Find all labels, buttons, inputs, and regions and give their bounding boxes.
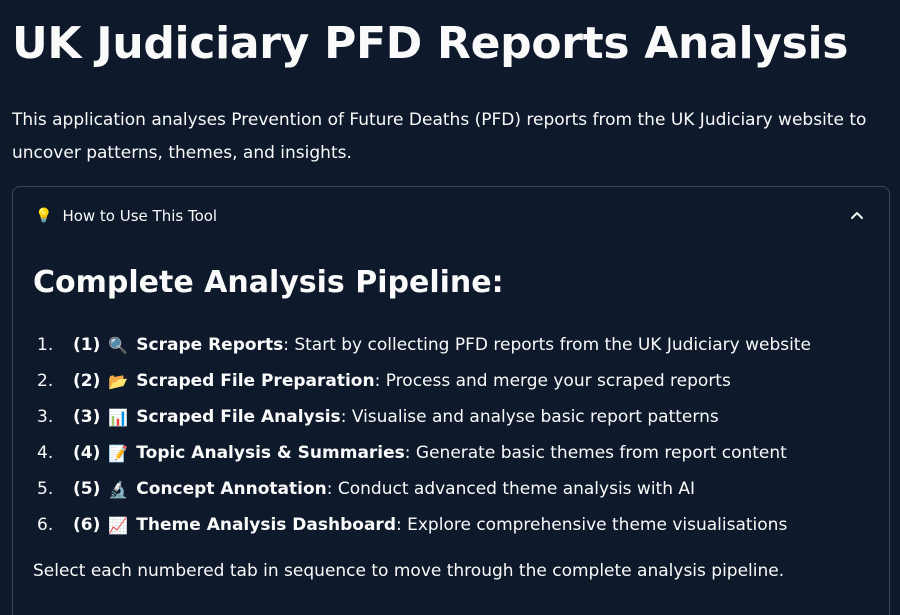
step-description: : Generate basic themes from report cont…: [404, 443, 787, 463]
list-item: 1. (1) 🔍 Scrape Reports : Start by colle…: [33, 327, 873, 363]
step-description: : Explore comprehensive theme visualisat…: [396, 515, 788, 535]
tab-number: (2): [73, 371, 101, 391]
list-number: 1.: [37, 335, 54, 355]
trending-chart-icon: 📈: [108, 515, 129, 535]
chevron-up-icon[interactable]: [849, 207, 865, 223]
step-name: Scraped File Analysis: [136, 407, 341, 427]
step-name: Scraped File Preparation: [136, 371, 375, 391]
intro-text: This application analyses Prevention of …: [12, 110, 867, 163]
list-item: 5. (5) 🔬 Concept Annotation : Conduct ad…: [33, 471, 873, 507]
microscope-icon: 🔬: [108, 479, 129, 499]
list-number: 3.: [37, 407, 54, 427]
step-name: Topic Analysis & Summaries: [136, 443, 405, 463]
lightbulb-icon: 💡: [35, 208, 53, 224]
step-description: : Conduct advanced theme analysis with A…: [326, 479, 696, 499]
app-main: UK Judiciary PFD Reports Analysis This a…: [0, 0, 900, 615]
pipeline-heading: Complete Analysis Pipeline:: [33, 265, 504, 300]
closing-instruction: Select each numbered tab in sequence to …: [33, 561, 785, 581]
how-to-use-expander: 💡 How to Use This Tool Complete Analysis…: [12, 186, 890, 615]
magnifier-icon: 🔍: [108, 335, 129, 355]
list-item: 6. (6) 📈 Theme Analysis Dashboard : Expl…: [33, 507, 873, 543]
pipeline-steps-list: 1. (1) 🔍 Scrape Reports : Start by colle…: [33, 327, 873, 543]
tab-number: (1): [73, 335, 101, 355]
list-item: 4. (4) 📝 Topic Analysis & Summaries : Ge…: [33, 435, 873, 471]
list-number: 2.: [37, 371, 54, 391]
list-item: 3. (3) 📊 Scraped File Analysis : Visuali…: [33, 399, 873, 435]
step-name: Theme Analysis Dashboard: [136, 515, 396, 535]
step-description: : Start by collecting PFD reports from t…: [283, 335, 811, 355]
memo-icon: 📝: [108, 443, 129, 463]
folder-icon: 📂: [108, 371, 129, 391]
list-number: 4.: [37, 443, 54, 463]
bar-chart-icon: 📊: [108, 407, 129, 427]
tab-number: (5): [73, 479, 101, 499]
expander-title: How to Use This Tool: [62, 207, 218, 225]
step-name: Concept Annotation: [136, 479, 327, 499]
list-item: 2. (2) 📂 Scraped File Preparation : Proc…: [33, 363, 873, 399]
step-name: Scrape Reports: [136, 335, 284, 355]
tab-number: (3): [73, 407, 101, 427]
tab-number: (4): [73, 443, 101, 463]
list-number: 5.: [37, 479, 54, 499]
list-number: 6.: [37, 515, 54, 535]
page-title: UK Judiciary PFD Reports Analysis: [12, 18, 849, 69]
expander-header[interactable]: 💡 How to Use This Tool: [13, 187, 889, 245]
tab-number: (6): [73, 515, 101, 535]
step-description: : Process and merge your scraped reports: [374, 371, 731, 391]
step-description: : Visualise and analyse basic report pat…: [340, 407, 719, 427]
